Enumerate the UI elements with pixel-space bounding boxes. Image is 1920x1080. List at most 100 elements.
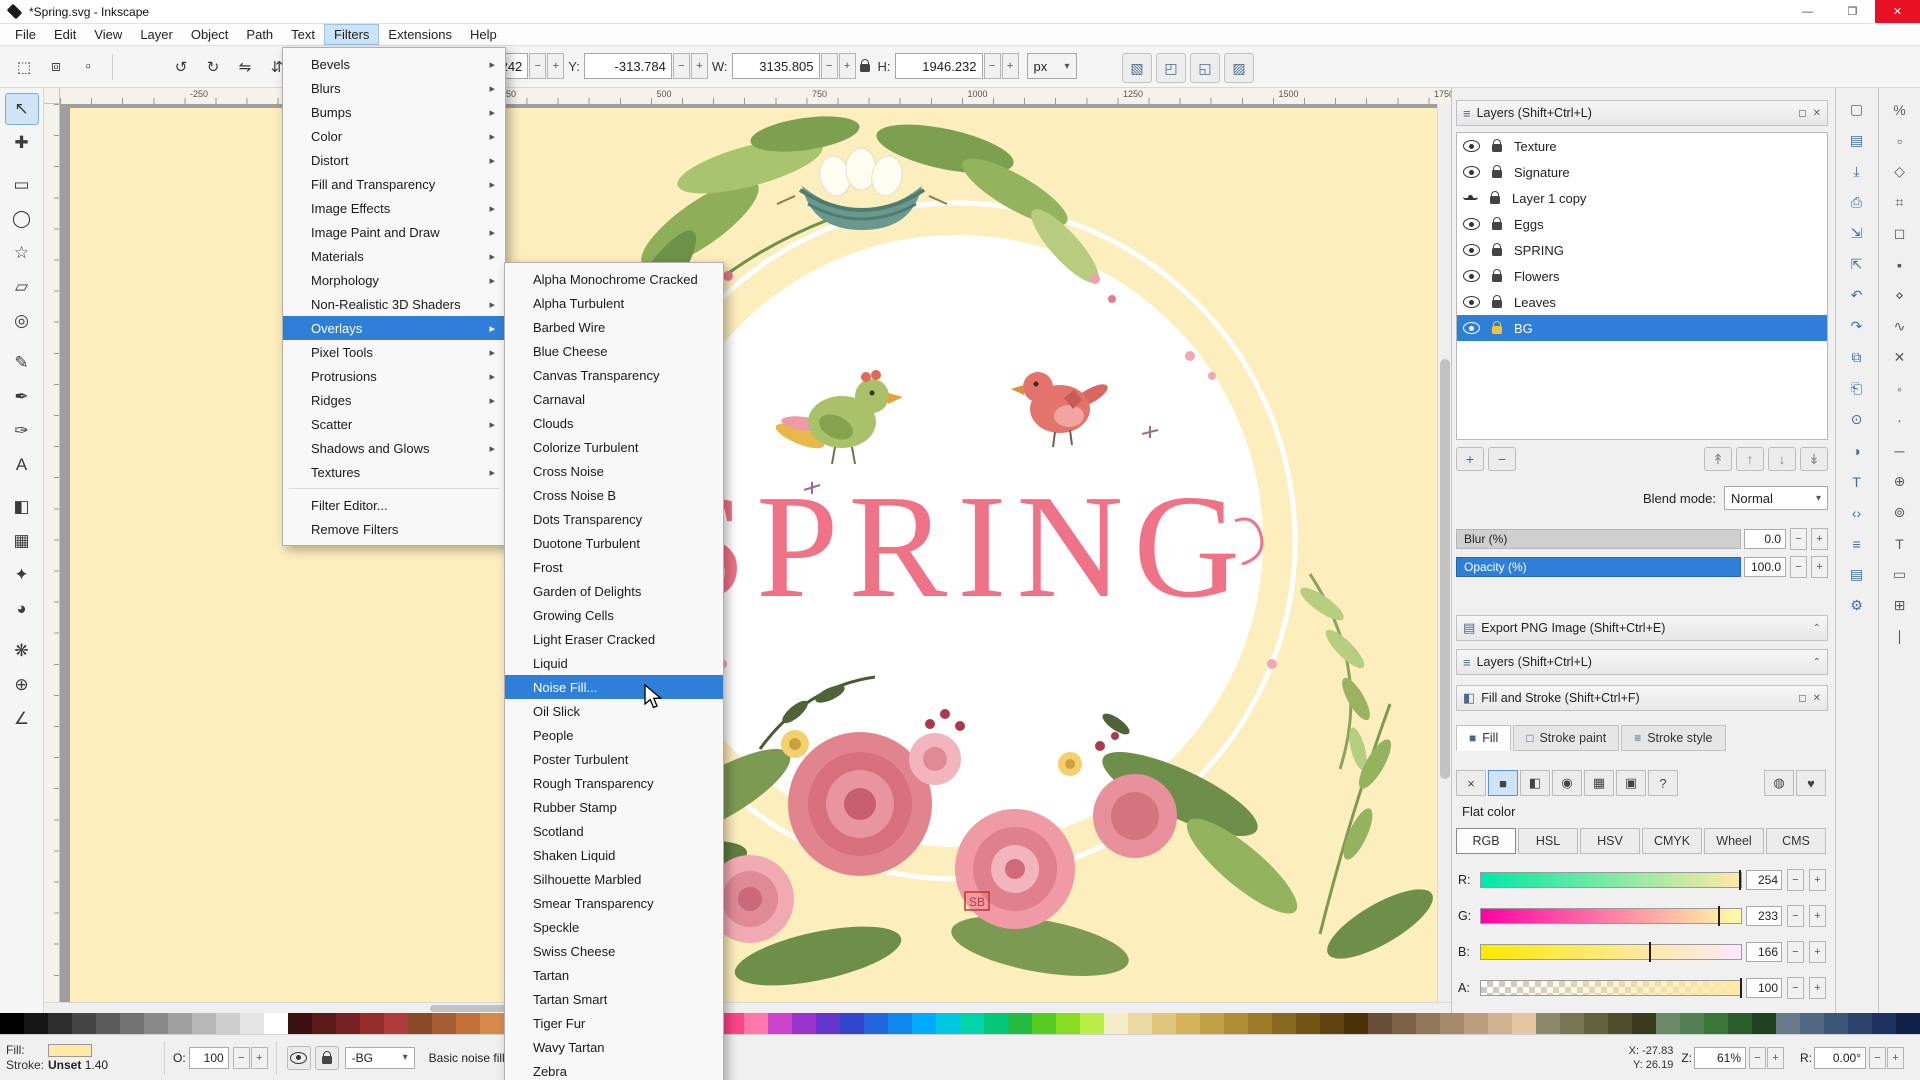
overlays-menu-item-cross-noise[interactable]: Cross Noise (505, 459, 723, 483)
palette-swatch[interactable] (96, 1013, 120, 1034)
palette-swatch[interactable] (408, 1013, 432, 1034)
overlays-menu-item-alpha-turbulent[interactable]: Alpha Turbulent (505, 291, 723, 315)
filters-menu-item-protrusions[interactable]: Protrusions▸ (283, 364, 505, 388)
red-slider-value[interactable]: 254 (1746, 870, 1782, 890)
save-button[interactable]: ⤓ (1842, 157, 1872, 186)
float-panel-button[interactable]: ◻ (1798, 693, 1806, 704)
palette-swatch[interactable] (384, 1013, 408, 1034)
snap-nodes-toggle[interactable]: ⋄ (1885, 281, 1915, 310)
snap-page-border-toggle[interactable]: ▭ (1885, 560, 1915, 589)
overlays-menu-item-clouds[interactable]: Clouds (505, 411, 723, 435)
restore-button[interactable]: ❐ (1830, 0, 1875, 23)
palette-swatch[interactable] (1368, 1013, 1392, 1034)
overlays-menu-item-swiss-cheese[interactable]: Swiss Cheese (505, 939, 723, 963)
blue-slider-minus-button[interactable]: − (1787, 941, 1804, 963)
snap-text-baseline-toggle[interactable]: T (1885, 529, 1915, 558)
overlays-menu-item-colorize-turbulent[interactable]: Colorize Turbulent (505, 435, 723, 459)
palette-swatch[interactable] (1728, 1013, 1752, 1034)
filters-menu-item-color[interactable]: Color▸ (283, 124, 505, 148)
layer-row-flowers[interactable]: Flowers (1457, 263, 1827, 289)
w-plus-button[interactable]: + (839, 53, 856, 79)
mode-wheel[interactable]: Wheel (1704, 828, 1764, 854)
overlays-menu-item-scotland[interactable]: Scotland (505, 819, 723, 843)
blur-minus-button[interactable]: − (1790, 528, 1807, 550)
palette-swatch[interactable] (144, 1013, 168, 1034)
fill-stroke-dialog-button[interactable]: ◑ (1842, 436, 1872, 465)
palette-swatch[interactable] (1800, 1013, 1824, 1034)
xml-editor-button[interactable]: ‹› (1842, 498, 1872, 527)
overlays-menu-item-frost[interactable]: Frost (505, 555, 723, 579)
filters-menu-item-filter-editor-[interactable]: Filter Editor... (283, 493, 505, 517)
export-button[interactable]: ⇱ (1842, 250, 1872, 279)
palette-swatch[interactable] (0, 1013, 24, 1034)
collapse-icon[interactable]: ⌃ (1813, 623, 1821, 634)
align-dialog-button[interactable]: ≡ (1842, 529, 1872, 558)
palette-swatch[interactable] (432, 1013, 456, 1034)
layer-row-eggs[interactable]: Eggs (1457, 211, 1827, 237)
undo-button[interactable]: ↶ (1842, 281, 1872, 310)
affect-stroke-toggle[interactable]: ▧ (1122, 53, 1152, 83)
vertical-scrollbar[interactable] (1437, 104, 1451, 1002)
close-panel-button[interactable]: ✕ (1813, 108, 1821, 119)
layer-visibility-icon[interactable] (1463, 270, 1480, 282)
overlays-menu-item-oil-slick[interactable]: Oil Slick (505, 699, 723, 723)
overlays-menu-item-rough-transparency[interactable]: Rough Transparency (505, 771, 723, 795)
blur-value[interactable]: 0.0 (1744, 529, 1786, 549)
dropper-tool[interactable]: ✦ (5, 559, 39, 591)
menu-extensions[interactable]: Extensions (379, 24, 461, 45)
layers-panel-header[interactable]: ≡ Layers (Shift+Ctrl+L) ◻ ✕ (1456, 100, 1828, 126)
flat-color-button[interactable]: ■ (1488, 770, 1518, 796)
menu-file[interactable]: File (6, 24, 45, 45)
tab-stroke-style[interactable]: ≡Stroke style (1621, 725, 1725, 751)
palette-swatch[interactable] (168, 1013, 192, 1034)
green-slider-track[interactable] (1480, 908, 1742, 924)
tab-fill[interactable]: ■Fill (1456, 725, 1511, 751)
zoom-tool[interactable]: ⊕ (5, 669, 39, 701)
palette-swatch[interactable] (1056, 1013, 1080, 1034)
horizontal-scrollbar[interactable] (44, 1002, 1451, 1013)
palette-swatch[interactable] (1512, 1013, 1536, 1034)
palette-swatch[interactable] (816, 1013, 840, 1034)
overlays-menu-item-carnaval[interactable]: Carnaval (505, 387, 723, 411)
zoom-field[interactable]: 61% (1694, 1047, 1746, 1069)
swatch-button[interactable]: ▣ (1616, 770, 1646, 796)
palette-swatch[interactable] (1008, 1013, 1032, 1034)
palette-swatch[interactable] (1344, 1013, 1368, 1034)
overlays-menu-item-people[interactable]: People (505, 723, 723, 747)
fill-stroke-panel-header[interactable]: ◧ Fill and Stroke (Shift+Ctrl+F) ◻ ✕ (1456, 685, 1828, 711)
affect-patterns-toggle[interactable]: ▨ (1224, 53, 1254, 83)
overlays-menu-item-alpha-monochrome-cracked[interactable]: Alpha Monochrome Cracked (505, 267, 723, 291)
palette-swatch[interactable] (1488, 1013, 1512, 1034)
close-panel-button[interactable]: ✕ (1813, 693, 1821, 704)
lower-layer-bottom-button[interactable]: ↡ (1800, 447, 1828, 471)
rectangle-tool[interactable]: ▭ (5, 169, 39, 201)
palette-swatch[interactable] (120, 1013, 144, 1034)
layer-visibility-toggle[interactable] (287, 1046, 311, 1070)
layers-collapsed-header[interactable]: ≡ Layers (Shift+Ctrl+L) ⌃ (1456, 649, 1828, 675)
spiral-tool[interactable]: ◎ (5, 305, 39, 337)
palette-swatch[interactable] (912, 1013, 936, 1034)
affect-gradients-toggle[interactable]: ◱ (1190, 53, 1220, 83)
filters-menu-item-morphology[interactable]: Morphology▸ (283, 268, 505, 292)
snap-paths-toggle[interactable]: ∿ (1885, 312, 1915, 341)
palette-swatch[interactable] (216, 1013, 240, 1034)
palette-swatch[interactable] (360, 1013, 384, 1034)
overlays-menu-item-tartan[interactable]: Tartan (505, 963, 723, 987)
layer-row-texture[interactable]: Texture (1457, 133, 1827, 159)
layer-lock-icon[interactable] (1492, 222, 1502, 230)
blue-slider-handle[interactable] (1649, 942, 1651, 962)
linear-gradient-button[interactable]: ◧ (1520, 770, 1550, 796)
palette-swatch[interactable] (1416, 1013, 1440, 1034)
overlays-menu-item-duotone-turbulent[interactable]: Duotone Turbulent (505, 531, 723, 555)
palette-swatch[interactable] (1560, 1013, 1584, 1034)
overlays-menu-item-speckle[interactable]: Speckle (505, 915, 723, 939)
filters-menu-item-textures[interactable]: Textures▸ (283, 460, 505, 484)
overlays-menu-item-liquid[interactable]: Liquid (505, 651, 723, 675)
filters-menu-item-blurs[interactable]: Blurs▸ (283, 76, 505, 100)
fill-stroke-indicator[interactable]: Fill: Stroke:Unset 1.40 (0, 1043, 156, 1073)
zoom-minus-button[interactable]: − (1749, 1047, 1766, 1069)
filters-menu-item-remove-filters[interactable]: Remove Filters (283, 517, 505, 541)
opacity-value[interactable]: 100.0 (1744, 557, 1786, 577)
menu-object[interactable]: Object (182, 24, 238, 45)
mesh-tool[interactable]: ▦ (5, 525, 39, 557)
